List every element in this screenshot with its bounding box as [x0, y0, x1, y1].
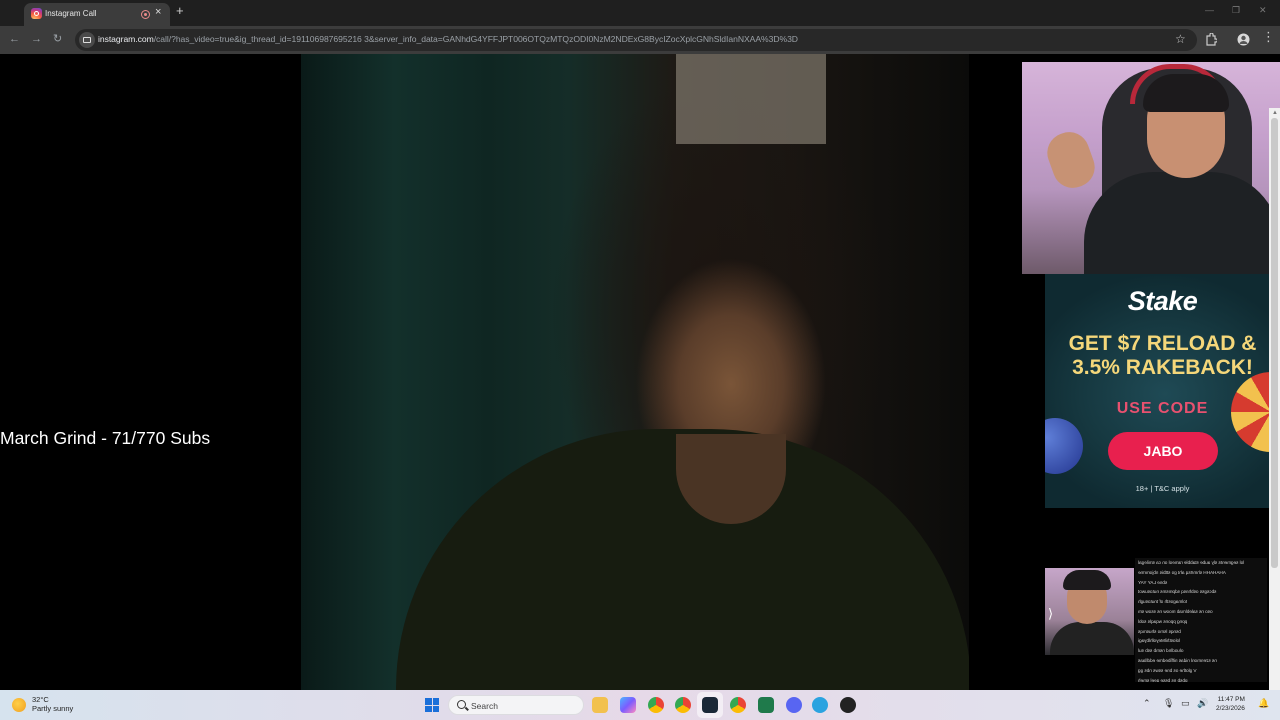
recording-indicator-icon	[141, 10, 150, 19]
steam-icon[interactable]	[702, 697, 718, 713]
browser-tab-bar: Instagram Call × + — ❐ ✕	[0, 0, 1280, 26]
mini-webcam-preview: ⟩	[1045, 568, 1134, 655]
weather-widget[interactable]: 32°C Partly sunny	[32, 695, 73, 713]
page-scrollbar[interactable]: ▲ ▼	[1269, 108, 1280, 720]
new-tab-button[interactable]: +	[176, 4, 184, 18]
network-icon[interactable]: ▭	[1181, 698, 1190, 709]
extensions-icon[interactable]	[1204, 33, 1217, 46]
background-light	[676, 54, 826, 144]
chat-message: oso ns saleblmab moow ns ssow sm	[1138, 608, 1213, 614]
cricket-ball-graphic	[1045, 418, 1083, 474]
chat-message: sbne LAY YAY	[1138, 579, 1168, 585]
chrome-icon[interactable]	[648, 697, 664, 713]
ad-logo: Stake	[1127, 286, 1198, 316]
ad-headline-2: 3.5% RAKEBACK!	[1072, 356, 1253, 379]
chrome-profile-icon[interactable]	[675, 697, 691, 713]
streamer-hair	[1143, 74, 1229, 112]
maximize-button[interactable]: ❐	[1232, 5, 1240, 16]
clock-time: 11:47 PM	[1217, 696, 1245, 703]
streamer-hand	[1041, 126, 1101, 194]
discord-icon[interactable]	[786, 697, 802, 713]
back-button[interactable]: ←	[9, 33, 20, 45]
search-label: Search	[471, 701, 498, 711]
windows-start-icon[interactable]	[425, 698, 439, 712]
tab-title: Instagram Call	[45, 9, 97, 18]
chat-message: tolmagosth of tnutosugh	[1138, 599, 1188, 605]
app-icon[interactable]	[840, 697, 856, 713]
copilot-icon[interactable]	[620, 697, 636, 713]
reload-button[interactable]: ↻	[53, 33, 62, 45]
forward-button[interactable]: →	[31, 33, 42, 45]
streamer-shirt	[1084, 172, 1280, 274]
instagram-icon	[31, 8, 42, 19]
chat-message: pbsb ns bsse geel smeh	[1138, 677, 1188, 682]
ad-code-button: JABO	[1108, 432, 1218, 470]
taskbar-search-box[interactable]: Search	[448, 695, 584, 715]
weather-sun-icon[interactable]	[12, 698, 26, 712]
screen: Instagram Call × + — ❐ ✕ ← → ↻ instagram…	[0, 0, 1280, 720]
ad-legal-text: 18+ | T&C apply	[1135, 484, 1190, 493]
chat-message: sbcsgss osbhnsq sdpmsms nutosuwot	[1138, 589, 1217, 595]
chat-message: lolosthilMeyolhlbyagi	[1138, 638, 1181, 644]
browser-toolbar: ← → ↻ instagram.com/call/?has_video=true…	[0, 26, 1280, 54]
chevron-right-icon: ⟩	[1048, 606, 1054, 621]
main-video-feed[interactable]	[301, 54, 969, 690]
address-bar[interactable]: instagram.com/call/?has_video=true&ig_th…	[75, 29, 1197, 51]
profile-avatar-icon[interactable]	[1237, 33, 1250, 46]
url-text[interactable]: instagram.com/call/?has_video=true&ig_th…	[98, 34, 798, 44]
chat-message: ns szenmonl nidas niffibedme eddllaas	[1138, 657, 1217, 663]
search-icon	[457, 700, 466, 709]
microphone-icon[interactable]: 🎙	[1163, 698, 1174, 709]
close-window-button[interactable]: ✕	[1259, 5, 1267, 16]
clock-date: 2/23/2026	[1216, 705, 1245, 712]
streamer-webcam	[1022, 62, 1280, 274]
ad-headline-1: GET $7 RELOAD &	[1068, 332, 1257, 355]
chrome-alt-icon[interactable]	[730, 697, 746, 713]
url-host: instagram.com	[98, 34, 154, 44]
tab-close-icon[interactable]: ×	[155, 7, 161, 18]
site-info-icon[interactable]	[79, 32, 95, 48]
stream-chat-overlay: lol segments sly aube stabble rameol on …	[1135, 558, 1267, 682]
stream-goal-text: March Grind - 71/770 Subs	[0, 428, 211, 448]
scroll-up-icon[interactable]: ▲	[1272, 110, 1278, 116]
telegram-icon[interactable]	[812, 697, 828, 713]
notification-bell-icon[interactable]: 🔔	[1258, 698, 1269, 709]
tray-chevron-up-icon[interactable]: ⌃	[1143, 698, 1151, 709]
mini-hair	[1063, 570, 1111, 590]
ad-use-code-label: USE CODE	[1116, 400, 1209, 417]
chat-message: AHAHAHH shmrtsq aht go sttbis nbjomrme	[1138, 569, 1226, 575]
browser-menu-icon[interactable]: ⋮	[1262, 30, 1275, 43]
file-explorer-icon[interactable]	[592, 697, 608, 713]
minimize-button[interactable]: —	[1205, 5, 1214, 15]
taskbar-clock[interactable]: 11:47 PM 2/23/2026	[1216, 695, 1245, 713]
url-path: /call/?has_video=true&ig_thread_id=19110…	[153, 34, 798, 44]
chat-message: bsnqs lsmo shusmqs	[1138, 628, 1181, 634]
chat-message: ppng ppons wqaqls sobl	[1138, 618, 1188, 624]
weather-temp: 32°C	[32, 695, 49, 704]
chat-message: lol segments sly aube stabble rameol on …	[1138, 560, 1245, 565]
obs-icon[interactable]	[758, 697, 774, 713]
sponsor-ad-banner: Stake GET $7 RELOAD & 3.5% RAKEBACK! USE…	[1045, 274, 1280, 508]
tab-instagram-call[interactable]: Instagram Call ×	[24, 3, 170, 26]
mini-shirt	[1050, 622, 1134, 655]
scrollbar-thumb[interactable]	[1271, 118, 1278, 568]
weather-desc: Partly sunny	[32, 704, 74, 713]
bookmark-star-icon[interactable]: ☆	[1175, 32, 1186, 46]
windows-taskbar: 32°C Partly sunny Search ⌃ 🎙 ▭ 🔊 11:47 P…	[0, 690, 1280, 720]
chat-message: V glothe os bne ssws nbs gg	[1138, 667, 1197, 673]
volume-icon[interactable]: 🔊	[1197, 698, 1208, 709]
chat-message: oluodlnd nsmb ssb sul	[1138, 648, 1184, 654]
call-stage: Stake GET $7 RELOAD & 3.5% RAKEBACK! USE…	[0, 54, 1280, 720]
